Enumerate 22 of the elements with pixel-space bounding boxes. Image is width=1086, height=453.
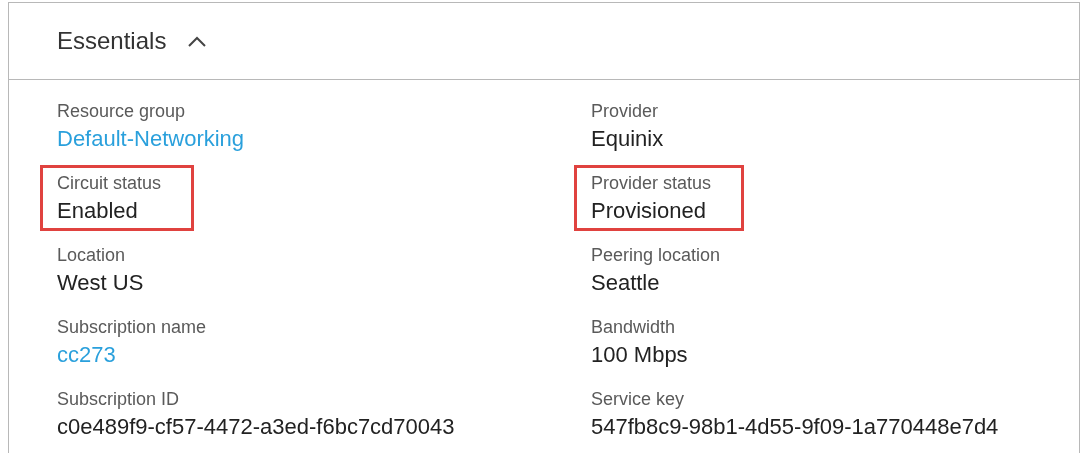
field-value: Equinix [591, 125, 664, 153]
field-label: Provider [591, 100, 660, 123]
field-value: West US [57, 269, 144, 297]
panel-title: Essentials [57, 27, 167, 55]
field-value: Provisioned [591, 197, 707, 225]
field-value: c0e489f9-cf57-4472-a3ed-f6bc7cd70043 [57, 413, 455, 441]
field-label: Service key [591, 388, 686, 411]
field-value: Enabled [57, 197, 139, 225]
field-value: 100 Mbps [591, 341, 688, 369]
field-label: Bandwidth [591, 316, 677, 339]
field-value: 547fb8c9-98b1-4d55-9f09-1a770448e7d4 [591, 413, 999, 441]
field-value: Seattle [591, 269, 661, 297]
field-label: Resource group [57, 100, 187, 123]
chevron-up-icon[interactable] [188, 35, 207, 47]
field-label: Provider status [591, 172, 712, 195]
field-label: Location [57, 244, 127, 267]
field-label: Subscription ID [57, 388, 181, 411]
field-label: Circuit status [57, 172, 162, 195]
field-label: Peering location [591, 244, 721, 267]
field-link[interactable]: cc273 [57, 340, 207, 370]
field-link[interactable]: Default-Networking [57, 124, 245, 154]
field-label: Subscription name [57, 316, 207, 339]
